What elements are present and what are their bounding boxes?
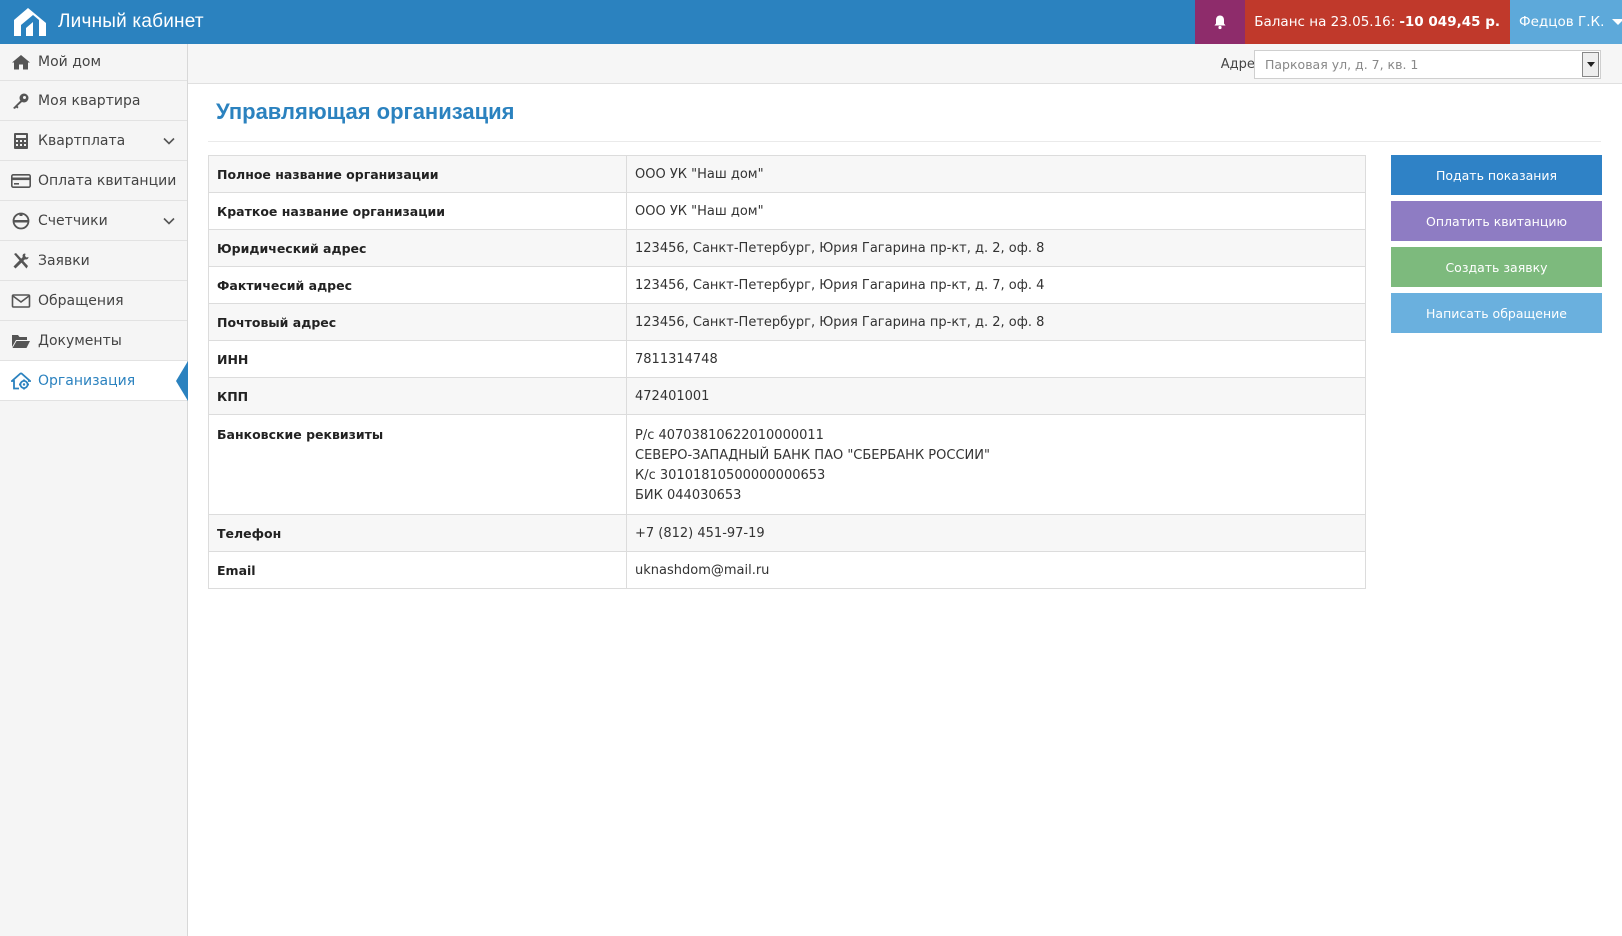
row-key: КПП [208, 377, 627, 415]
balance-value: -10 049,45 р. [1399, 14, 1500, 30]
chevron-down-icon [163, 137, 175, 145]
calculator-icon [10, 132, 32, 150]
row-value: 123456, Санкт-Петербург, Юрия Гагарина п… [626, 266, 1366, 304]
row-key: Краткое название организации [208, 192, 627, 230]
correspondent-account-line: К/с 30101810500000000653 [635, 468, 826, 483]
row-key: Телефон [208, 514, 627, 552]
row-value: uknashdom@mail.ru [626, 551, 1366, 589]
table-row: Юридический адрес 123456, Санкт-Петербур… [208, 229, 1366, 267]
address-selected-value: Парковая ул, д. 7, кв. 1 [1265, 57, 1419, 72]
bank-account-line: Р/с 40703810622010000011 [635, 428, 824, 443]
table-row: Email uknashdom@mail.ru [208, 551, 1366, 589]
row-key: Email [208, 551, 627, 589]
home-icon [10, 53, 32, 71]
row-key: Полное название организации [208, 155, 627, 193]
sidebar-item-label: Документы [38, 332, 122, 349]
caret-down-icon [1612, 19, 1622, 25]
sidebar-item-requests[interactable]: Заявки [0, 241, 187, 281]
row-value: 7811314748 [626, 340, 1366, 378]
table-row: Фактичесий адрес 123456, Санкт-Петербург… [208, 266, 1366, 304]
organization-info-table: Полное название организации ООО УК "Наш … [208, 155, 1366, 589]
action-buttons: Подать показания Оплатить квитанцию Созд… [1391, 155, 1602, 339]
row-key: Банковские реквизиты [208, 414, 627, 515]
sidebar-item-label: Моя квартира [38, 92, 141, 109]
brand-logo-link[interactable]: Личный кабинет [0, 0, 204, 44]
row-key: Почтовый адрес [208, 303, 627, 341]
sidebar-item-label: Квартплата [38, 132, 126, 149]
sidebar: Мой дом Моя квартира Квартплата Оплата к… [0, 44, 188, 936]
sidebar-item-label: Мой дом [38, 54, 101, 70]
sidebar-item-pay-receipt[interactable]: Оплата квитанции [0, 161, 187, 201]
user-name: Федцов Г.К. [1519, 14, 1605, 30]
table-row: Краткое название организации ООО УК "Наш… [208, 192, 1366, 230]
meter-icon [10, 212, 32, 230]
house-logo-icon [14, 8, 46, 36]
create-request-button[interactable]: Создать заявку [1391, 247, 1602, 287]
sidebar-item-organization[interactable]: Организация [0, 360, 188, 401]
address-bar: Адрес Парковая ул, д. 7, кв. 1 [188, 44, 1622, 84]
row-value: 123456, Санкт-Петербург, Юрия Гагарина п… [626, 229, 1366, 267]
sidebar-item-meters[interactable]: Счетчики [0, 201, 187, 241]
sidebar-item-label: Организация [38, 372, 136, 389]
table-row: Полное название организации ООО УК "Наш … [208, 155, 1366, 193]
table-row: Телефон +7 (812) 451-97-19 [208, 514, 1366, 552]
submit-readings-button[interactable]: Подать показания [1391, 155, 1602, 195]
sidebar-item-documents[interactable]: Документы [0, 321, 187, 361]
write-appeal-button[interactable]: Написать обращение [1391, 293, 1602, 333]
envelope-icon [10, 292, 32, 310]
row-value: ООО УК "Наш дом" [626, 192, 1366, 230]
user-menu[interactable]: Федцов Г.К. [1510, 0, 1622, 44]
table-row: Банковские реквизиты Р/с 407038106220100… [208, 414, 1366, 515]
sidebar-item-label: Оплата квитанции [38, 172, 177, 189]
key-icon [10, 92, 32, 110]
chevron-down-icon [163, 217, 175, 225]
tools-icon [10, 252, 32, 270]
row-value: ООО УК "Наш дом" [626, 155, 1366, 193]
bell-icon [1214, 15, 1226, 30]
app-title: Личный кабинет [58, 11, 204, 32]
row-value-bank-details: Р/с 40703810622010000011 СЕВЕРО-ЗАПАДНЫЙ… [626, 414, 1366, 515]
credit-card-icon [10, 172, 32, 190]
sidebar-item-my-apartment[interactable]: Моя квартира [0, 81, 187, 121]
row-key: Юридический адрес [208, 229, 627, 267]
sidebar-item-my-home[interactable]: Мой дом [0, 44, 187, 81]
page-title: Управляющая организация [216, 99, 515, 124]
dropdown-arrow-icon[interactable] [1582, 52, 1599, 77]
address-select[interactable]: Парковая ул, д. 7, кв. 1 [1254, 50, 1601, 79]
balance-indicator[interactable]: Баланс на 23.05.16: -10 049,45 р. [1245, 0, 1510, 44]
pay-receipt-button[interactable]: Оплатить квитанцию [1391, 201, 1602, 241]
sidebar-item-label: Обращения [38, 292, 124, 309]
bank-name-line: СЕВЕРО-ЗАПАДНЫЙ БАНК ПАО "СБЕРБАНК РОССИ… [635, 448, 990, 463]
balance-label: Баланс на 23.05.16: [1254, 14, 1396, 30]
sidebar-item-label: Заявки [38, 252, 90, 269]
bik-line: БИК 044030653 [635, 488, 742, 503]
folder-icon [10, 332, 32, 350]
row-value: +7 (812) 451-97-19 [626, 514, 1366, 552]
sidebar-item-rent[interactable]: Квартплата [0, 121, 187, 161]
row-key: Фактичесий адрес [208, 266, 627, 304]
notifications-button[interactable] [1195, 0, 1246, 44]
title-divider [208, 141, 1601, 142]
table-row: ИНН 7811314748 [208, 340, 1366, 378]
row-key: ИНН [208, 340, 627, 378]
row-value: 472401001 [626, 377, 1366, 415]
row-value: 123456, Санкт-Петербург, Юрия Гагарина п… [626, 303, 1366, 341]
sidebar-item-label: Счетчики [38, 212, 108, 229]
top-bar: Личный кабинет Баланс на 23.05.16: -10 0… [0, 0, 1622, 44]
table-row: Почтовый адрес 123456, Санкт-Петербург, … [208, 303, 1366, 341]
house-gear-icon [10, 371, 32, 390]
table-row: КПП 472401001 [208, 377, 1366, 415]
sidebar-item-appeals[interactable]: Обращения [0, 281, 187, 321]
